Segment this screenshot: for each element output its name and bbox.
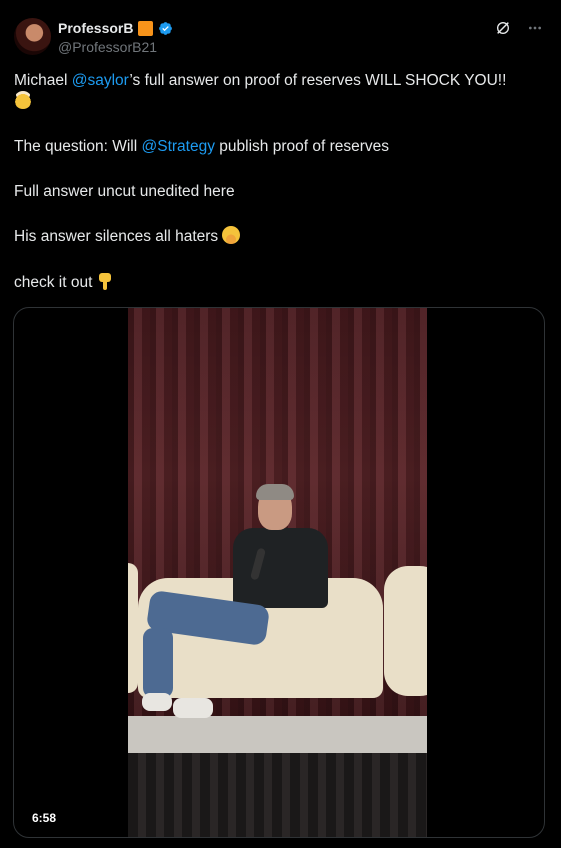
face-with-hand-over-mouth-emoji-icon xyxy=(222,226,241,244)
exploding-head-emoji-icon xyxy=(14,91,32,109)
text-segment: check it out xyxy=(14,274,93,291)
orange-square-badge-icon xyxy=(138,20,154,36)
text-segment: publish proof of reserves xyxy=(214,138,390,155)
author-display-name[interactable]: ProfessorB xyxy=(58,20,133,36)
video-thumbnail[interactable] xyxy=(128,308,427,837)
video-player[interactable]: 6:58 xyxy=(13,307,545,838)
verified-badge-icon xyxy=(159,21,173,35)
text-segment: His answer silences all haters xyxy=(14,228,219,245)
video-duration-badge: 6:58 xyxy=(26,809,63,827)
text-segment: Michael xyxy=(14,72,72,89)
tweet-text: Michael @saylor’s full answer on proof o… xyxy=(14,70,544,317)
author-name-row: ProfessorB xyxy=(58,20,173,36)
speaker-hair xyxy=(256,484,294,500)
more-icon[interactable] xyxy=(527,20,543,36)
backhand-index-pointing-down-emoji-icon xyxy=(98,273,111,290)
speaker-shin xyxy=(143,628,173,698)
tweet-paragraph-1: Michael @saylor’s full answer on proof o… xyxy=(14,70,544,112)
text-segment: The question: Will xyxy=(14,138,142,155)
chair-right xyxy=(384,566,427,696)
avatar[interactable] xyxy=(14,18,51,55)
tweet-paragraph-5: check it out xyxy=(14,271,544,293)
tweet-paragraph-4: His answer silences all haters xyxy=(14,226,544,247)
tweet-paragraph-3: Full answer uncut unedited here xyxy=(14,183,235,200)
tweet-paragraph-2: The question: Will @Strategy publish pro… xyxy=(14,136,544,157)
stage-floor xyxy=(128,716,427,756)
speaker-shoe xyxy=(173,698,213,718)
stage-skirt xyxy=(128,753,427,837)
mention-strategy-link[interactable]: @Strategy xyxy=(142,138,215,155)
speaker-shoe xyxy=(142,693,172,711)
mention-saylor-link[interactable]: @saylor xyxy=(72,72,130,89)
grok-icon[interactable] xyxy=(495,20,511,36)
text-segment: ’s full answer on proof of reserves WILL… xyxy=(129,72,507,89)
chair-left xyxy=(128,563,138,693)
author-handle[interactable]: @ProfessorB21 xyxy=(58,39,157,55)
tweet-actions-top xyxy=(495,20,543,36)
speaker-body xyxy=(233,528,328,608)
